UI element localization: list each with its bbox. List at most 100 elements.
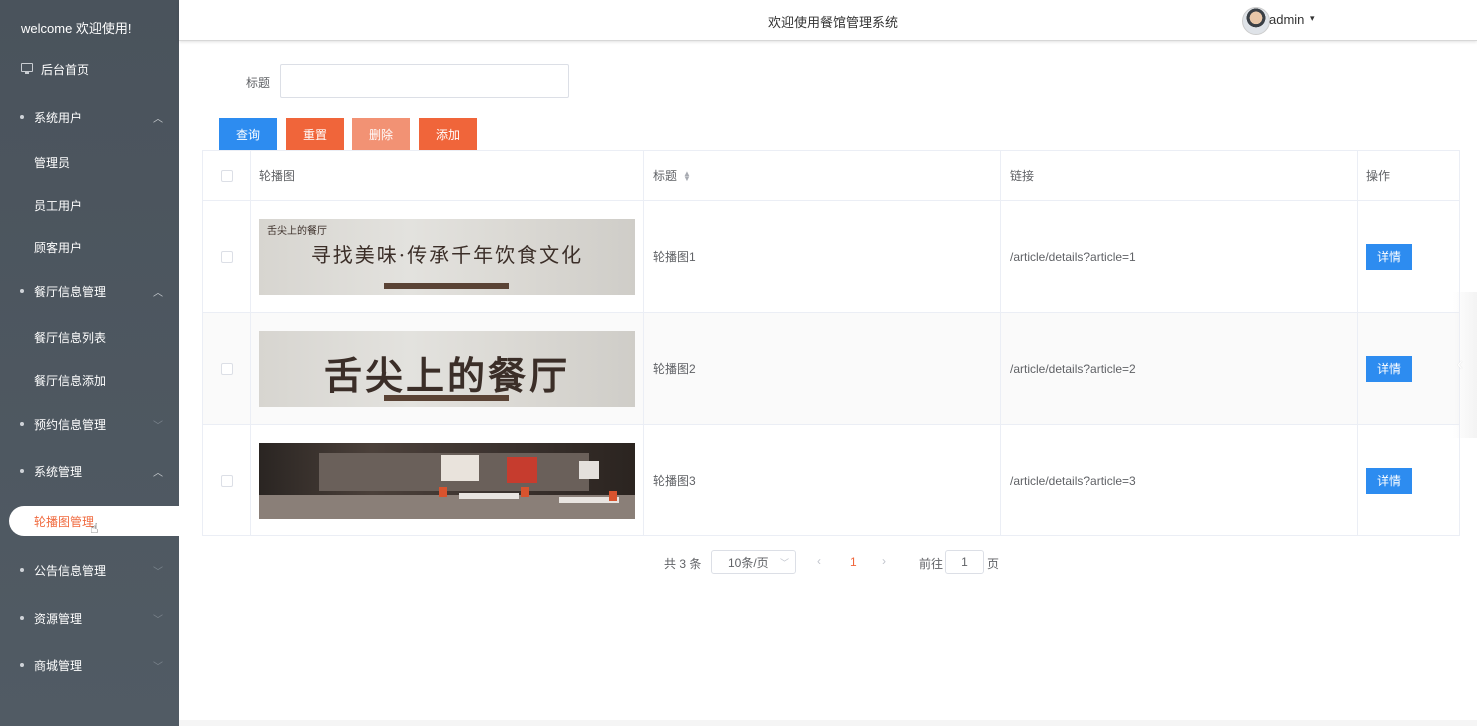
- sidebar-item-reservations[interactable]: 预约信息管理 ﹀: [0, 409, 179, 439]
- banner-stripe: [384, 282, 509, 289]
- user-menu[interactable]: admin: [1269, 12, 1304, 27]
- goto-page-input[interactable]: [945, 550, 984, 574]
- page-size-select[interactable]: 10条/页 ﹀: [711, 550, 796, 574]
- monitor-icon: [21, 63, 33, 74]
- select-all-checkbox[interactable]: [220, 169, 233, 182]
- sidebar-item-restaurant-list[interactable]: 餐厅信息列表: [0, 322, 179, 352]
- banner-image: [259, 442, 635, 519]
- page-title: 欢迎使用餐馆管理系统: [768, 15, 899, 30]
- title-cell: 轮播图2: [644, 313, 1001, 424]
- sidebar: welcome 欢迎使用! 后台首页 系统用户 ︿ 管理员 员工用户 顾客用户 …: [0, 0, 181, 726]
- link-cell: /article/details?article=2: [1001, 313, 1358, 424]
- carousel-table: 轮播图 标题 ▲ ▼ 链接 操作 舌尖上的餐厅 寻找美味·传承千年饮食文化 轮播图…: [202, 150, 1460, 536]
- goto-unit: 页: [987, 557, 1000, 571]
- bullet-icon: [20, 469, 24, 473]
- row-select-cell: [203, 201, 251, 312]
- row-checkbox[interactable]: [220, 474, 233, 487]
- sidebar-item-label: 后台首页: [41, 62, 90, 77]
- sidebar-item-restaurant-add[interactable]: 餐厅信息添加: [0, 365, 179, 395]
- sidebar-item-mall[interactable]: 商城管理 ﹀: [0, 650, 179, 680]
- chevron-down-icon: ﹀: [153, 420, 163, 432]
- actions-cell: 详情: [1358, 425, 1459, 536]
- hand-cursor-icon: ☝: [90, 520, 99, 536]
- table-row: 舌尖上的餐厅 寻找美味·传承千年饮食文化 轮播图1 /article/detai…: [203, 201, 1459, 313]
- detail-button[interactable]: 详情: [1366, 467, 1412, 494]
- sidebar-item-home[interactable]: 后台首页: [0, 54, 179, 84]
- banner-chair: [609, 490, 617, 501]
- prev-page-icon[interactable]: ‹: [817, 554, 821, 568]
- chevron-up-icon: ︿: [153, 467, 163, 479]
- banner-text: 舌尖上的餐厅: [323, 352, 570, 398]
- chevron-down-icon: ﹀: [779, 558, 789, 568]
- sidebar-item-customer-users[interactable]: 顾客用户: [0, 232, 179, 262]
- banner-stripe: [384, 394, 509, 401]
- column-header-actions: 操作: [1366, 169, 1391, 183]
- banner-table: [459, 492, 519, 499]
- banner-image: 舌尖上的餐厅 寻找美味·传承千年饮食文化: [259, 218, 635, 295]
- row-checkbox[interactable]: [220, 250, 233, 263]
- sidebar-item-label: 预约信息管理: [34, 417, 107, 432]
- sidebar-item-system-users[interactable]: 系统用户 ︿: [0, 102, 179, 132]
- title-search-input[interactable]: [280, 64, 569, 98]
- column-header-label: 标题: [653, 169, 678, 183]
- chevron-down-icon[interactable]: ▾: [1310, 13, 1315, 24]
- welcome-text: welcome 欢迎使用!: [21, 21, 132, 36]
- chevron-up-icon: ︿: [153, 113, 163, 125]
- row-checkbox[interactable]: [220, 362, 233, 375]
- avatar[interactable]: [1242, 7, 1270, 35]
- query-button[interactable]: 查询: [219, 118, 277, 150]
- chevron-down-icon: ﹀: [153, 566, 163, 578]
- select-all-cell: [203, 151, 251, 200]
- table-row: 轮播图3 /article/details?article=3 详情: [203, 425, 1459, 536]
- bullet-icon: [20, 115, 24, 119]
- sort-icon[interactable]: ▲ ▼: [683, 169, 691, 182]
- banner-poster: [579, 460, 599, 479]
- sidebar-item-label: 顾客用户: [34, 240, 83, 255]
- sidebar-item-label: 员工用户: [34, 198, 83, 213]
- page-size-value: 10条/页: [728, 555, 769, 570]
- next-page-icon[interactable]: ›: [882, 554, 886, 568]
- bullet-icon: [20, 663, 24, 667]
- banner-cell: 舌尖上的餐厅 寻找美味·传承千年饮食文化: [251, 201, 644, 312]
- sidebar-item-label: 轮播图管理: [34, 514, 95, 529]
- add-button[interactable]: 添加: [419, 118, 477, 150]
- banner-poster: [441, 454, 479, 481]
- sidebar-item-label: 公告信息管理: [34, 563, 107, 578]
- link-cell: /article/details?article=1: [1001, 201, 1358, 312]
- search-label: 标题: [246, 76, 271, 90]
- sidebar-item-staff-users[interactable]: 员工用户: [0, 190, 179, 220]
- sidebar-item-label: 资源管理: [34, 611, 83, 626]
- sidebar-item-system-management[interactable]: 系统管理 ︿: [0, 456, 179, 486]
- page-number[interactable]: 1: [850, 555, 857, 569]
- banner-chair: [521, 486, 529, 497]
- banner-cell: [251, 425, 644, 536]
- banner-poster: [507, 456, 537, 483]
- column-header-title[interactable]: 标题 ▲ ▼: [644, 151, 1001, 200]
- column-header-link: 链接: [1001, 151, 1358, 200]
- banner-logo-text: 舌尖上的餐厅: [267, 225, 327, 237]
- delete-button[interactable]: 删除: [352, 118, 410, 150]
- banner-chair: [439, 486, 447, 497]
- reset-button[interactable]: 重置: [286, 118, 344, 150]
- bullet-icon: [20, 568, 24, 572]
- sidebar-item-label: 餐厅信息添加: [34, 373, 107, 388]
- sidebar-item-announcements[interactable]: 公告信息管理 ﹀: [0, 555, 179, 585]
- detail-button[interactable]: 详情: [1366, 355, 1412, 382]
- sidebar-item-restaurant-info[interactable]: 餐厅信息管理 ︿: [0, 276, 179, 306]
- sidebar-item-admin[interactable]: 管理员: [0, 147, 179, 177]
- sidebar-item-label: 系统管理: [34, 464, 83, 479]
- bullet-icon: [20, 616, 24, 620]
- chevron-up-icon: ︿: [153, 287, 163, 299]
- sidebar-item-resources[interactable]: 资源管理 ﹀: [0, 603, 179, 633]
- banner-text: 寻找美味·传承千年饮食文化: [310, 242, 584, 267]
- row-select-cell: [203, 425, 251, 536]
- link-cell: /article/details?article=3: [1001, 425, 1358, 536]
- bullet-icon: [20, 422, 24, 426]
- detail-button[interactable]: 详情: [1366, 243, 1412, 270]
- sidebar-item-label: 管理员: [34, 155, 71, 170]
- chevron-down-icon: ﹀: [153, 661, 163, 673]
- actions-cell: 详情: [1358, 201, 1459, 312]
- goto-label: 前往: [919, 557, 944, 571]
- title-cell: 轮播图3: [644, 425, 1001, 536]
- carousel-side-handle[interactable]: ‹: [1453, 292, 1477, 438]
